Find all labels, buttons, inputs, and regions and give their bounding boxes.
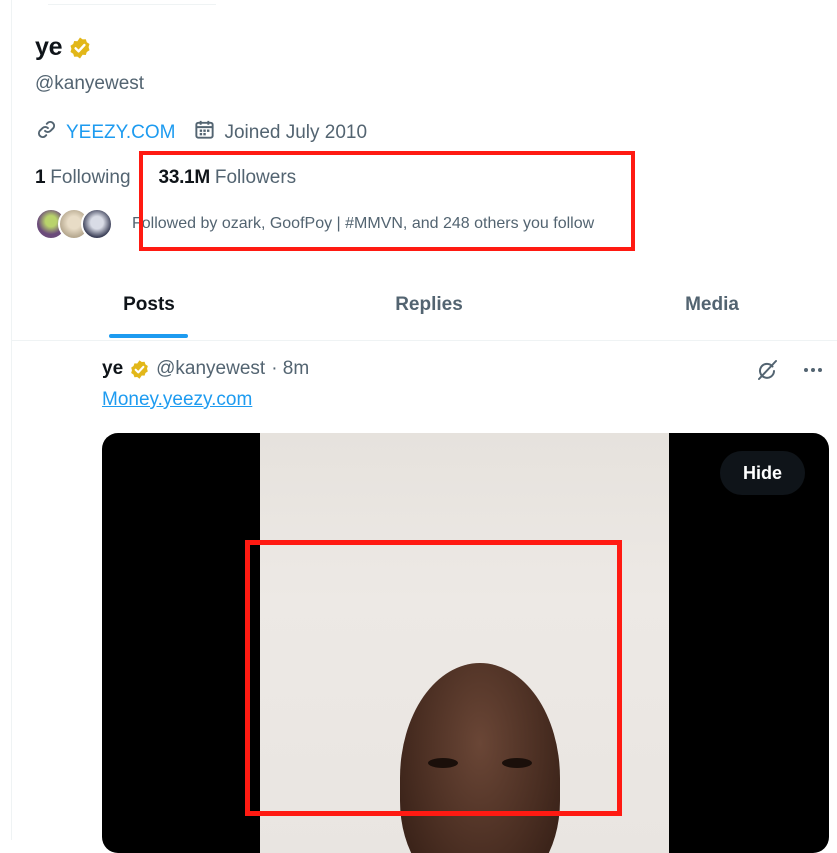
calendar-icon bbox=[193, 118, 216, 147]
highlight-box-video bbox=[245, 540, 622, 816]
follower-avatars bbox=[35, 208, 113, 240]
grok-icon[interactable] bbox=[755, 358, 779, 387]
following-label: Following bbox=[50, 167, 131, 188]
verified-badge-icon[interactable] bbox=[129, 359, 150, 380]
more-icon[interactable] bbox=[801, 358, 825, 387]
profile-meta-row: YEEZY.COM Joined July 2010 bbox=[35, 118, 385, 147]
following-link[interactable]: 1 Following bbox=[35, 167, 131, 189]
active-tab-indicator bbox=[109, 334, 188, 338]
tweet-timestamp[interactable]: · 8m bbox=[271, 358, 309, 380]
tweet-author-name[interactable]: ye bbox=[102, 358, 123, 380]
website-item: YEEZY.COM bbox=[35, 118, 175, 147]
column-border bbox=[11, 0, 12, 840]
tweet-link[interactable]: Money.yeezy.com bbox=[102, 389, 252, 411]
highlight-box-followers bbox=[139, 151, 635, 251]
tweet-header: ye @kanyewest · 8m bbox=[102, 358, 309, 380]
hide-button[interactable]: Hide bbox=[719, 451, 805, 495]
link-icon bbox=[35, 118, 58, 147]
joined-item: Joined July 2010 bbox=[193, 118, 367, 147]
tweet-author-handle[interactable]: @kanyewest bbox=[156, 358, 265, 380]
tab-replies[interactable]: Replies bbox=[379, 270, 479, 340]
tab-posts[interactable]: Posts bbox=[109, 270, 189, 340]
profile-display-name: ye bbox=[35, 33, 63, 61]
website-link[interactable]: YEEZY.COM bbox=[66, 122, 175, 144]
joined-date: Joined July 2010 bbox=[224, 121, 368, 143]
profile-handle: @kanyewest bbox=[35, 73, 145, 94]
tweet-actions bbox=[755, 358, 825, 387]
following-count: 1 bbox=[35, 167, 46, 188]
verified-badge-icon[interactable] bbox=[68, 36, 92, 60]
profile-name-row: ye bbox=[35, 33, 92, 62]
avatar bbox=[81, 208, 113, 240]
tab-media[interactable]: Media bbox=[672, 270, 752, 340]
top-divider bbox=[48, 0, 216, 5]
profile-tabs: Posts Replies Media bbox=[12, 270, 837, 341]
